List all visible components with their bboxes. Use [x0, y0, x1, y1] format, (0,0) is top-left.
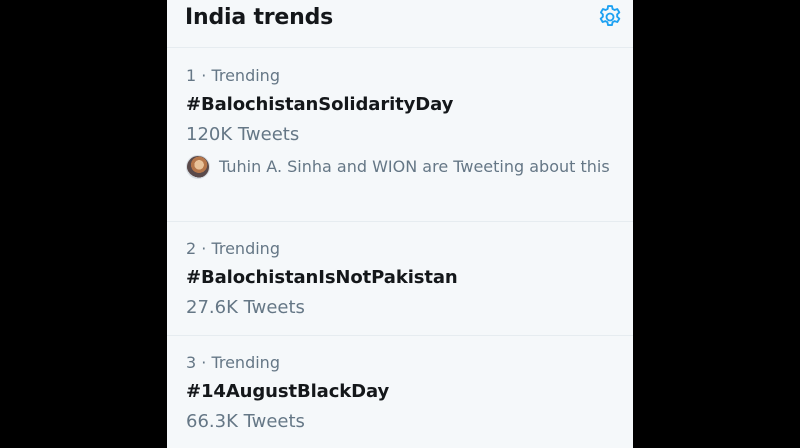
- trend-hashtag[interactable]: #BalochistanIsNotPakistan: [186, 267, 458, 289]
- trends-header: India trends: [167, 0, 633, 48]
- avatar: [186, 155, 210, 179]
- trend-tweet-count: 27.6K Tweets: [186, 297, 305, 318]
- trend-tweet-count: 120K Tweets: [186, 124, 300, 145]
- gear-icon: [599, 5, 621, 26]
- trend-hashtag[interactable]: #14AugustBlackDay: [186, 381, 389, 403]
- trend-item[interactable]: 2 · Trending #BalochistanIsNotPakistan 2…: [167, 222, 633, 336]
- trend-item[interactable]: 1 · Trending #BalochistanSolidarityDay 1…: [167, 48, 633, 222]
- trend-context-text: Tuhin A. Sinha and WION are Tweeting abo…: [219, 157, 610, 176]
- trend-rank: 2 · Trending: [186, 239, 280, 258]
- trends-title: India trends: [185, 5, 334, 30]
- trend-hashtag[interactable]: #BalochistanSolidarityDay: [186, 94, 453, 116]
- trends-panel: India trends 1 · Trending #BalochistanSo…: [167, 0, 633, 448]
- settings-button[interactable]: [596, 3, 624, 31]
- trend-item[interactable]: 3 · Trending #14AugustBlackDay 66.3K Twe…: [167, 336, 633, 448]
- screenshot-frame: India trends 1 · Trending #BalochistanSo…: [0, 0, 800, 448]
- trend-rank: 1 · Trending: [186, 66, 280, 85]
- trend-tweet-count: 66.3K Tweets: [186, 411, 305, 432]
- trend-rank: 3 · Trending: [186, 353, 280, 372]
